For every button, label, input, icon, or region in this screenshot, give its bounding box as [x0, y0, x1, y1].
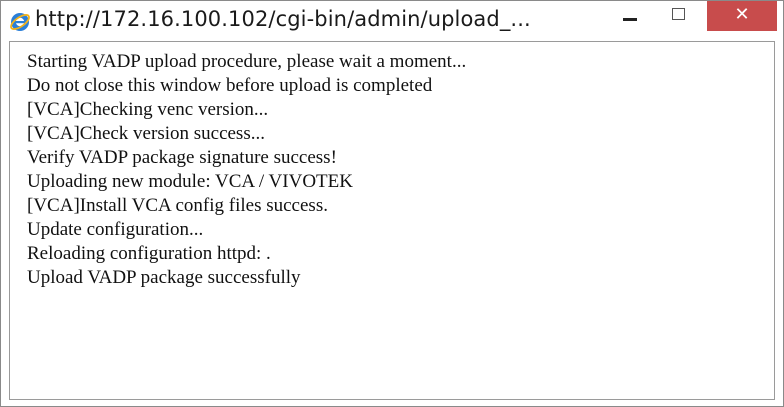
minimize-icon	[623, 18, 637, 21]
close-icon: ✕	[734, 4, 750, 25]
log-line: Update configuration...	[27, 219, 204, 240]
log-line: [VCA]Install VCA config files success.	[27, 195, 328, 216]
maximize-button[interactable]	[661, 1, 695, 33]
internet-explorer-icon	[9, 11, 31, 33]
log-line: Upload VADP package successfully	[27, 267, 301, 288]
log-line: [VCA]Check version success...	[27, 123, 265, 144]
log-line: [VCA]Checking venc version...	[27, 99, 269, 120]
popup-window: http://172.16.100.102/cgi-bin/admin/uplo…	[0, 0, 784, 407]
upload-log: Starting VADP upload procedure, please w…	[27, 50, 466, 290]
log-line: Uploading new module: VCA / VIVOTEK	[27, 171, 353, 192]
log-line: Verify VADP package signature success!	[27, 147, 337, 168]
title-bar[interactable]: http://172.16.100.102/cgi-bin/admin/uplo…	[1, 1, 783, 41]
close-button[interactable]: ✕	[707, 1, 777, 31]
window-title: http://172.16.100.102/cgi-bin/admin/uplo…	[35, 7, 531, 31]
log-line: Do not close this window before upload i…	[27, 75, 433, 96]
minimize-button[interactable]	[613, 1, 647, 33]
log-line: Starting VADP upload procedure, please w…	[27, 51, 467, 72]
log-line: Reloading configuration httpd: .	[27, 243, 271, 264]
maximize-icon	[672, 8, 685, 20]
upload-log-panel: Starting VADP upload procedure, please w…	[9, 41, 775, 400]
